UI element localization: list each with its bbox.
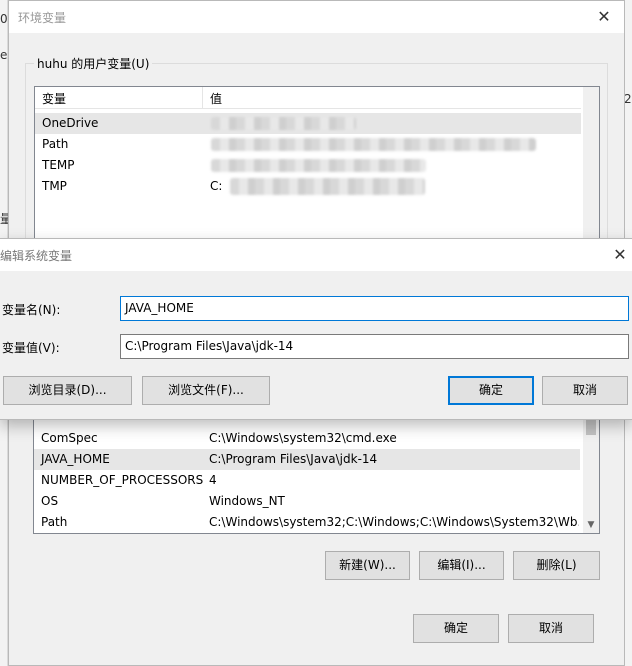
list-row[interactable]: TMP C: <box>35 176 581 197</box>
title-bar: 编辑系统变量 ✕ <box>0 239 632 271</box>
variable-name: TEMP <box>42 158 75 172</box>
window-title: 环境变量 <box>18 11 67 25</box>
scrollbar[interactable] <box>583 87 599 255</box>
list-row[interactable]: Path C:\Windows\system32;C:\Windows;C:\W… <box>34 512 580 533</box>
variable-value-input[interactable]: C:\Program Files\Java\jdk-14 <box>120 334 629 359</box>
variable-value: C:\Windows\system32\cmd.exe <box>209 431 397 445</box>
variable-value: 4 <box>209 473 217 487</box>
cancel-button[interactable]: 取消 <box>508 614 594 643</box>
variable-value-label: 变量值(V): <box>2 341 60 355</box>
variable-name: OS <box>41 494 59 508</box>
close-icon[interactable]: ✕ <box>610 245 630 265</box>
edge-text: 2 <box>624 92 632 106</box>
browse-file-button[interactable]: 浏览文件(F)... <box>142 376 270 405</box>
list-row[interactable]: TEMP <box>35 155 581 176</box>
edit-system-variable-dialog: 编辑系统变量 ✕ 变量名(N): JAVA_HOME 变量值(V): C:\Pr… <box>0 238 632 420</box>
group-label: huhu 的用户变量(U) <box>34 55 153 72</box>
system-variables-list[interactable]: ComSpec C:\Windows\system32\cmd.exe JAVA… <box>33 416 600 534</box>
title-bar: 环境变量 ✕ <box>9 1 624 33</box>
redacted-value <box>211 138 536 151</box>
list-row[interactable]: ComSpec C:\Windows\system32\cmd.exe <box>34 428 580 449</box>
new-variable-button[interactable]: 新建(W)... <box>325 551 410 580</box>
list-row[interactable]: Path <box>35 134 581 155</box>
variable-name: NUMBER_OF_PROCESSORS <box>41 473 204 487</box>
variable-value: C:\Program Files\Java\jdk-14 <box>209 452 378 466</box>
column-header-value[interactable]: 值 <box>210 90 222 107</box>
list-row[interactable]: JAVA_HOME C:\Program Files\Java\jdk-14 <box>34 449 580 470</box>
list-header: 变量 值 <box>35 87 581 109</box>
redacted-value <box>230 178 425 195</box>
edge-text: 0 <box>0 12 8 26</box>
column-header-variable[interactable]: 变量 <box>42 90 66 107</box>
list-row[interactable]: OS Windows_NT <box>34 491 580 512</box>
delete-variable-button[interactable]: 删除(L) <box>513 551 600 580</box>
edge-text: e <box>0 48 8 62</box>
user-variables-list[interactable]: 变量 值 OneDrive Path TEMP TMP C: <box>34 86 600 256</box>
ok-button[interactable]: 确定 <box>413 614 499 643</box>
dialog-title: 编辑系统变量 <box>0 249 73 263</box>
variable-value: C:\Windows\system32;C:\Windows;C:\Window… <box>209 515 579 529</box>
ok-button[interactable]: 确定 <box>448 376 534 405</box>
chevron-down-icon[interactable]: ▼ <box>583 517 599 533</box>
variable-name: Path <box>42 137 69 151</box>
edit-variable-button[interactable]: 编辑(I)... <box>419 551 504 580</box>
user-variables-group: huhu 的用户变量(U) 变量 值 OneDrive Path TEMP TM… <box>25 55 608 263</box>
variable-name-label: 变量名(N): <box>2 303 61 317</box>
variable-name: ComSpec <box>41 431 98 445</box>
variable-name: OneDrive <box>42 116 99 130</box>
redacted-value <box>211 117 356 130</box>
redacted-value <box>211 159 426 172</box>
variable-value: Windows_NT <box>209 494 285 508</box>
cancel-button[interactable]: 取消 <box>542 376 628 405</box>
variable-name: Path <box>41 515 68 529</box>
list-row[interactable]: OneDrive <box>35 113 581 134</box>
scrollbar[interactable]: ▼ <box>583 417 599 533</box>
scrollbar-thumb[interactable] <box>586 419 596 435</box>
variable-value: C: <box>210 179 223 193</box>
browse-directory-button[interactable]: 浏览目录(D)... <box>3 376 132 405</box>
variable-name: JAVA_HOME <box>41 452 110 466</box>
list-row[interactable]: NUMBER_OF_PROCESSORS 4 <box>34 470 580 491</box>
variable-name: TMP <box>42 179 67 193</box>
close-icon[interactable]: ✕ <box>594 7 614 27</box>
variable-name-input[interactable]: JAVA_HOME <box>120 296 629 321</box>
